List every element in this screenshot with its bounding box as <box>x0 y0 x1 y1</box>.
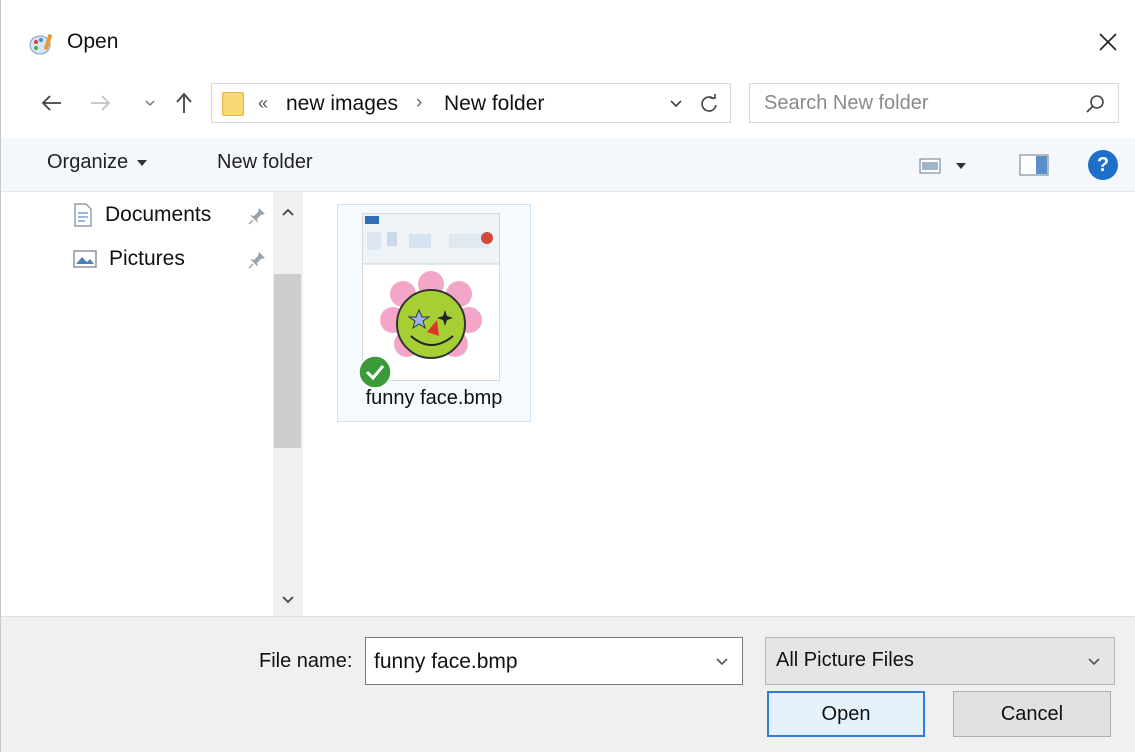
search-input[interactable] <box>764 90 1064 116</box>
file-name-combobox[interactable] <box>365 637 743 685</box>
chevron-down-icon <box>716 658 728 666</box>
chevron-up-icon <box>282 208 294 216</box>
breadcrumb-overflow[interactable]: « <box>258 93 268 114</box>
window-title: Open <box>67 30 119 53</box>
open-button[interactable]: Open <box>767 691 925 737</box>
file-list: funny face.bmp <box>307 192 1135 616</box>
nav-item-pictures[interactable]: Pictures <box>73 242 185 276</box>
address-bar[interactable]: « new images › New folder <box>211 83 731 123</box>
refresh-button[interactable] <box>694 90 724 118</box>
breadcrumb-separator[interactable]: › <box>416 92 422 114</box>
help-button[interactable]: ? <box>1088 150 1118 180</box>
chevron-down-icon <box>1088 658 1100 666</box>
paint-app-icon <box>29 34 53 55</box>
file-name-dropdown-button[interactable] <box>710 650 734 674</box>
chevron-down-icon <box>670 100 682 108</box>
file-name-label: funny face.bmp <box>365 387 503 409</box>
navigation-row: « new images › New folder <box>1 80 1135 126</box>
open-dialog: Open « new images › New folder Search Ne… <box>0 0 1135 752</box>
scroll-up-button[interactable] <box>273 200 303 224</box>
recent-locations-button[interactable] <box>135 86 165 120</box>
file-name-label: File name: <box>259 650 353 672</box>
view-icon <box>919 158 941 174</box>
file-item[interactable]: funny face.bmp <box>337 204 531 422</box>
close-button[interactable] <box>1090 24 1126 60</box>
chevron-down-icon <box>145 100 155 107</box>
pin-icon[interactable] <box>247 250 267 270</box>
file-type-value: All Picture Files <box>776 649 914 671</box>
command-bar: Organize New folder ? <box>1 138 1135 192</box>
forward-arrow-icon <box>91 95 111 111</box>
organize-label: Organize <box>47 151 129 173</box>
search-box[interactable] <box>749 83 1119 123</box>
breadcrumb-new-folder[interactable]: New folder <box>444 92 544 116</box>
file-name-input[interactable] <box>374 648 694 676</box>
nav-pane-scrollbar[interactable] <box>273 192 303 616</box>
close-icon <box>1099 33 1117 51</box>
nav-item-documents[interactable]: Documents <box>73 198 211 232</box>
back-button[interactable] <box>37 86 67 120</box>
scroll-down-button[interactable] <box>273 588 303 612</box>
dialog-footer: File name: All Picture Files Open Cancel <box>1 616 1135 752</box>
refresh-icon <box>701 94 717 112</box>
title-bar: Open <box>1 18 1135 68</box>
folder-icon <box>222 92 244 116</box>
organize-button[interactable]: Organize <box>47 151 148 174</box>
caret-down-icon <box>956 163 966 169</box>
cancel-button[interactable]: Cancel <box>953 691 1111 737</box>
up-arrow-icon <box>176 92 192 113</box>
pin-icon[interactable] <box>247 206 267 226</box>
caret-down-icon <box>137 159 148 166</box>
forward-button[interactable] <box>85 86 115 120</box>
chevron-down-icon <box>282 596 294 604</box>
pictures-icon <box>73 250 97 268</box>
selected-check-icon <box>358 355 392 389</box>
documents-icon <box>74 203 92 227</box>
search-icon <box>1086 95 1104 113</box>
nav-item-label: Documents <box>105 203 212 226</box>
back-arrow-icon <box>41 95 61 111</box>
new-folder-button[interactable]: New folder <box>217 151 313 174</box>
file-type-select[interactable]: All Picture Files <box>765 637 1115 685</box>
scrollbar-thumb[interactable] <box>274 274 301 448</box>
nav-item-label: Pictures <box>109 247 185 270</box>
breadcrumb-new-images[interactable]: new images <box>286 92 398 116</box>
address-dropdown-button[interactable] <box>662 90 690 118</box>
file-type-dropdown-button[interactable] <box>1082 650 1106 674</box>
up-button[interactable] <box>169 86 199 120</box>
preview-pane-button[interactable] <box>1019 152 1049 178</box>
help-icon: ? <box>1096 153 1110 176</box>
navigation-pane: Documents Pictures <box>1 192 307 616</box>
change-view-button[interactable] <box>919 152 983 180</box>
